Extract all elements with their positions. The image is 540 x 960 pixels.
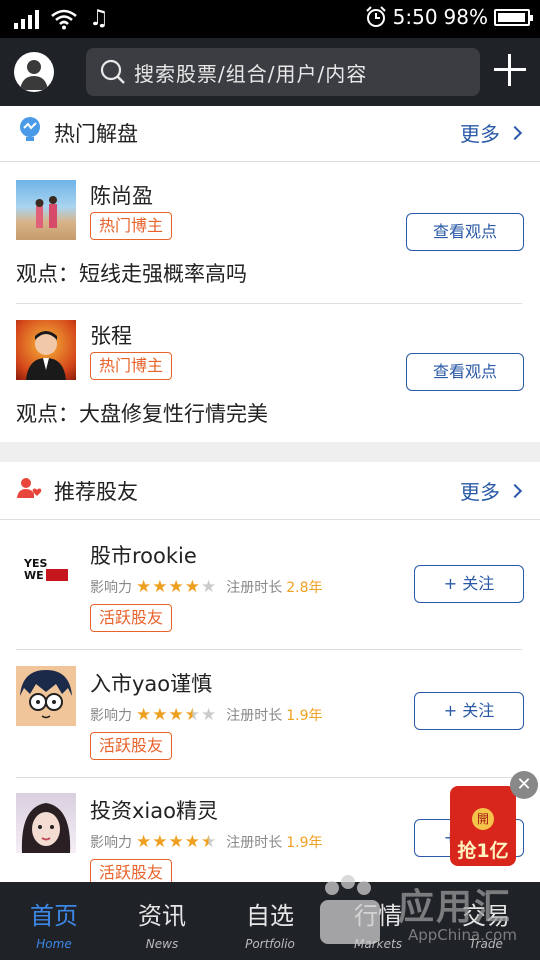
signal-icon: [14, 9, 39, 29]
friend-name[interactable]: 投资xiao精灵: [90, 795, 218, 825]
tab-home[interactable]: 首页 Home: [0, 882, 108, 960]
friend-stats: 影响力 ★ ★ ★ ★ ★ 注册时长 1.9年: [90, 705, 323, 725]
view-opinion-button[interactable]: 查看观点: [406, 213, 524, 251]
svg-text:WE: WE: [24, 569, 44, 582]
friend-name[interactable]: 入市yao谨慎: [90, 668, 212, 698]
close-promo-button[interactable]: ✕: [510, 771, 538, 799]
blogger-name[interactable]: 陈尚盈: [90, 180, 153, 210]
friend-stats: 影响力 ★ ★ ★ ★ ★ 注册时长 2.8年: [90, 577, 323, 597]
reg-years: 2.8年: [286, 580, 323, 596]
friends-more-link[interactable]: 更多: [460, 476, 523, 505]
tab-portfolio[interactable]: 自选 Portfolio: [216, 882, 324, 960]
alarm-icon: [365, 6, 386, 27]
influence-label: 影响力: [90, 580, 132, 596]
divider: [16, 303, 522, 304]
hot-more-link[interactable]: 更多: [460, 118, 523, 147]
rating-stars: ★ ★ ★ ★ ★: [136, 576, 217, 597]
red-envelope-promo[interactable]: 開 抢1亿: [450, 786, 516, 866]
friends-section-header: 推荐股友 更多: [0, 462, 540, 520]
wifi-icon: [51, 9, 77, 29]
chevron-right-icon: [507, 483, 523, 498]
search-icon: [100, 59, 125, 84]
friend-avatar[interactable]: [16, 793, 76, 853]
battery-text: 98%: [443, 5, 488, 29]
hot-section-header: 热门解盘 更多: [0, 106, 540, 162]
chevron-right-icon: [507, 125, 523, 140]
tab-sublabel: Home: [36, 937, 72, 951]
opinion-text[interactable]: 观点：短线走强概率高吗: [16, 258, 247, 288]
status-badge: 热门博主: [90, 212, 173, 240]
friend-stats: 影响力 ★ ★ ★ ★ ★ 注册时长 1.9年: [90, 832, 323, 852]
blogger-photo[interactable]: [16, 320, 76, 380]
tab-sublabel: News: [145, 937, 179, 951]
hot-section-title: 热门解盘: [54, 122, 138, 146]
battery-icon: [494, 8, 533, 26]
status-badge: 热门博主: [90, 352, 173, 380]
tab-sublabel: Portfolio: [245, 937, 295, 951]
reg-label: 注册时长: [226, 835, 283, 851]
add-button[interactable]: [492, 52, 528, 88]
user-icon: [20, 60, 48, 90]
influence-label: 影响力: [90, 835, 132, 851]
reg-label: 注册时长: [226, 580, 283, 596]
divider: [16, 649, 522, 650]
status-bar: ♫ 5:50 98%: [0, 0, 540, 38]
reg-years: 1.9年: [286, 835, 323, 851]
tab-label: 资讯: [138, 902, 186, 930]
more-label: 更多: [460, 480, 500, 504]
tab-label: 自选: [246, 902, 294, 930]
promo-seal: 開: [472, 808, 494, 830]
divider: [16, 777, 522, 778]
appchina-logo-icon: [320, 875, 380, 944]
reg-years: 1.9年: [286, 708, 323, 724]
blogger-photo[interactable]: [16, 180, 76, 240]
friend-name[interactable]: 股市rookie: [90, 540, 197, 570]
search-input[interactable]: 搜索股票/组合/用户/内容: [86, 48, 480, 96]
music-note-icon: ♫: [89, 6, 109, 31]
rating-stars: ★ ★ ★ ★ ★: [136, 704, 217, 725]
tab-news[interactable]: 资讯 News: [108, 882, 216, 960]
user-heart-icon: [17, 478, 42, 498]
follow-button[interactable]: + 关注: [414, 565, 524, 603]
influence-label: 影响力: [90, 708, 132, 724]
search-placeholder: 搜索股票/组合/用户/内容: [134, 61, 368, 86]
promo-text: 抢1亿: [457, 840, 509, 862]
watermark-text: 应用汇: [398, 887, 513, 928]
friend-avatar[interactable]: YES WE: [16, 538, 76, 598]
tab-label: 首页: [30, 902, 78, 930]
view-opinion-button[interactable]: 查看观点: [406, 353, 524, 391]
close-icon: ✕: [516, 774, 532, 795]
reg-label: 注册时长: [226, 708, 283, 724]
appchina-watermark: 应用汇 AppChina.com: [316, 870, 536, 950]
user-avatar-button[interactable]: [14, 52, 54, 92]
more-label: 更多: [460, 122, 500, 146]
section-separator: [0, 442, 540, 462]
blogger-name[interactable]: 张程: [90, 320, 132, 350]
watermark-url: AppChina.com: [408, 926, 517, 944]
status-badge: 活跃股友: [90, 604, 173, 632]
friend-avatar[interactable]: [16, 666, 76, 726]
friends-section-title: 推荐股友: [54, 480, 138, 504]
lightbulb-icon: [20, 117, 40, 141]
follow-button[interactable]: + 关注: [414, 692, 524, 730]
opinion-text[interactable]: 观点：大盘修复性行情完美: [16, 398, 268, 428]
rating-stars: ★ ★ ★ ★ ★: [136, 831, 217, 852]
status-badge: 活跃股友: [90, 732, 173, 760]
clock-text: 5:50: [392, 5, 438, 29]
top-header: 搜索股票/组合/用户/内容: [0, 38, 540, 106]
